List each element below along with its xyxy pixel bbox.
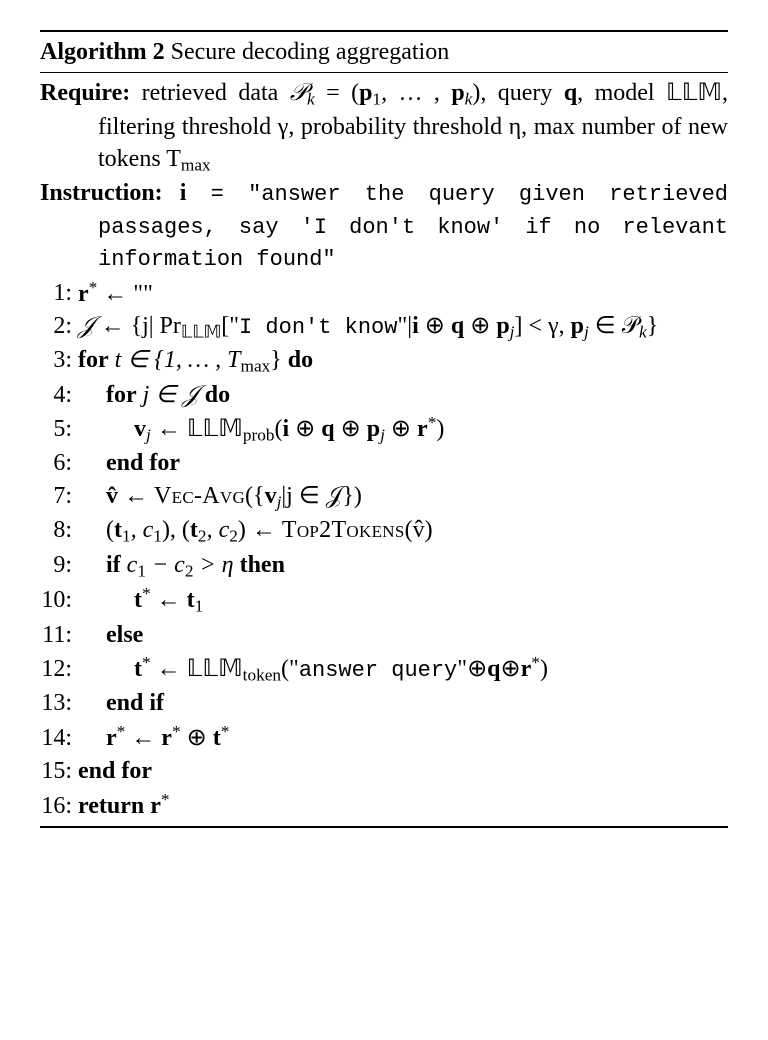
algorithm-number: Algorithm 2 — [40, 39, 165, 65]
algorithm-name: Secure decoding aggregation — [171, 39, 450, 65]
step-8: 8:(t1, c1), (t2, c2) ← Top2Tokens(v̂) — [40, 514, 728, 548]
step-1: 1:r* ← "" — [40, 276, 728, 310]
step-4: 4:for j ∈ 𝒥 do — [40, 379, 728, 411]
step-9: 9:if c1 − c2 > η then — [40, 549, 728, 583]
step-2: 2:𝒥 ← {j| Pr𝕃𝕃𝕄["I don't know"|i ⊕ q ⊕ p… — [40, 310, 728, 344]
step-7: 7:v̂ ← Vec-Avg({vj|j ∈ 𝒥}) — [40, 480, 728, 514]
step-13: 13:end if — [40, 687, 728, 719]
step-11: 11:else — [40, 619, 728, 651]
step-14: 14:r* ← r* ⊕ t* — [40, 720, 728, 754]
algorithm-block: Algorithm 2 Secure decoding aggregation … — [40, 30, 728, 828]
algorithm-title-row: Algorithm 2 Secure decoding aggregation — [40, 32, 728, 73]
require-line: Require: retrieved data 𝒫k = (p1, … , pk… — [40, 77, 728, 177]
step-3: 3:for t ∈ {1, … , Tmax} do — [40, 344, 728, 378]
instruction-label: Instruction: — [40, 180, 163, 206]
step-5: 5:vj ← 𝕃𝕃𝕄prob(i ⊕ q ⊕ pj ⊕ r*) — [40, 411, 728, 446]
step-16: 16:return r* — [40, 788, 728, 822]
step-10: 10:t* ← t1 — [40, 583, 728, 618]
require-label: Require: — [40, 80, 130, 106]
require-text: retrieved data 𝒫k = (p1, … , pk), query … — [98, 80, 728, 172]
algorithm-body: Require: retrieved data 𝒫k = (p1, … , pk… — [40, 73, 728, 826]
step-6: 6:end for — [40, 447, 728, 479]
instruction-line: Instruction: i = "answer the query given… — [40, 177, 728, 275]
step-12: 12:t* ← 𝕃𝕃𝕄token("answer query"⊕q⊕r*) — [40, 651, 728, 686]
instruction-text: i = "answer the query given retrieved pa… — [98, 180, 728, 271]
step-15: 15:end for — [40, 755, 728, 787]
algorithm-steps: 1:r* ← "" 2:𝒥 ← {j| Pr𝕃𝕃𝕄["I don't know"… — [40, 276, 728, 822]
